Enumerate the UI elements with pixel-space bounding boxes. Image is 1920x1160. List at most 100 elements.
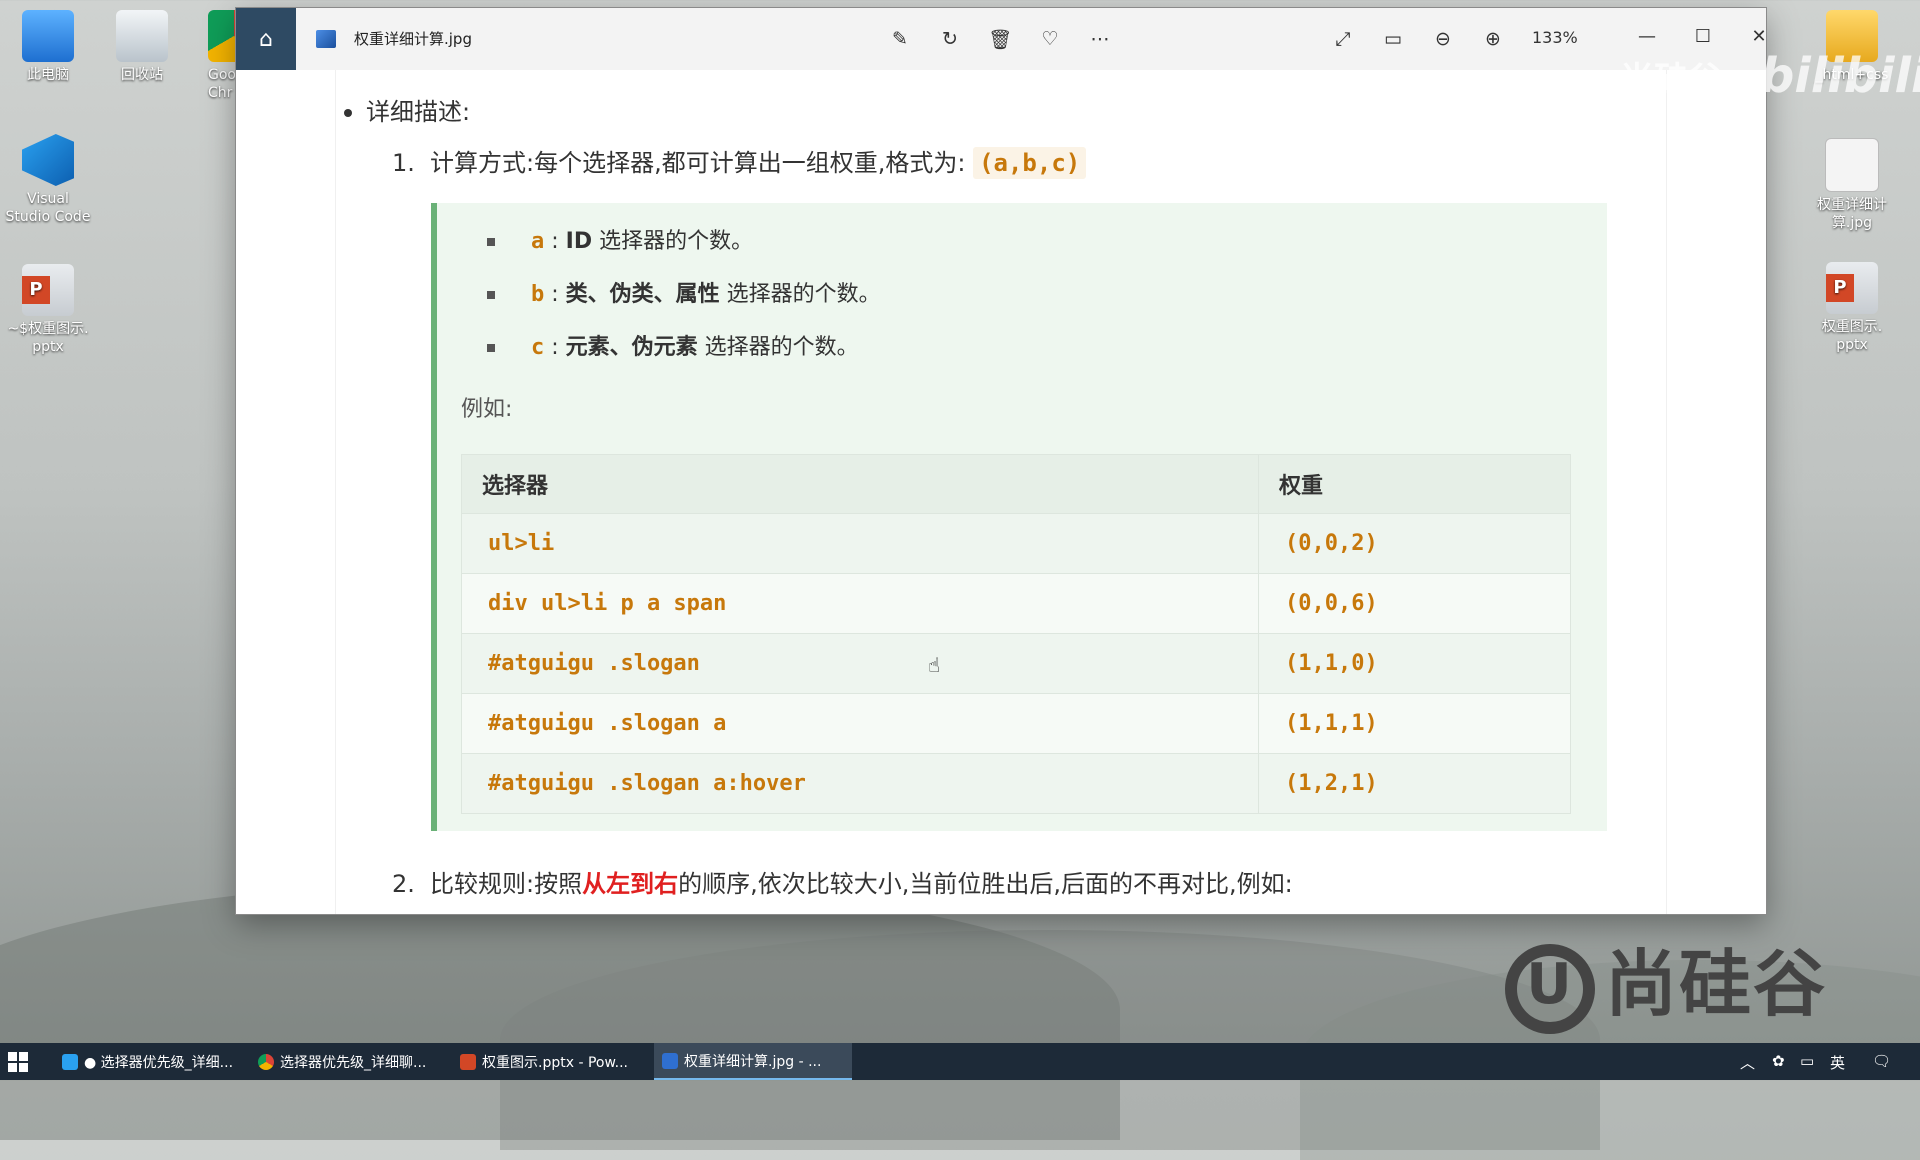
close-icon: ✕ [1751,25,1767,47]
square-bullet [487,344,495,352]
taskbar-item-photos[interactable]: 权重详细计算.jpg - ... [654,1043,852,1080]
desktop-icon-label: 此电脑 [27,67,69,83]
table-header: 选择器 [461,454,1259,514]
table-header-row: 选择器 权重 [461,454,1571,514]
example-label: 例如: [461,397,513,422]
logo-text: 尚硅谷 [1605,942,1828,1026]
favorite-button[interactable]: ♡ [1035,24,1065,54]
image-canvas[interactable]: 详细描述: 1. 计算方式:每个选择器,都可计算出一组权重,格式为: (a,b,c… [236,70,1766,914]
strong-text: 类、伪类、属性 [565,282,720,307]
tray-chevron-icon[interactable]: ︿ [1740,1052,1755,1073]
logo-mark-icon: U [1505,944,1595,1035]
square-bullet [487,238,495,246]
heading-text: 详细描述: [366,98,471,126]
selector-cell: ul>li [461,513,1259,574]
ordered-item-2: 2. 比较规则:按照从左到右的顺序,依次比较大小,当前位胜出后,后面的不再对比,例… [392,864,1293,899]
weight-cell: (1,2,1) [1258,753,1571,814]
chrome-icon [258,1053,274,1070]
table-row: #atguigu .slogan a:hover (1,2,1) [461,753,1571,814]
pptx-file-icon [22,264,74,316]
title-bar: ⌂ 权重详细计算.jpg ✎ ↻ 🗑 ♡ ⋯ ⤢ ▭ ⊖ ⊕ 133% — ☐ … [236,8,1767,71]
weight-table: 选择器 权重 ul>li (0,0,2) div ul>li p a span … [461,454,1571,814]
battery-icon[interactable]: ▭ [1800,1052,1814,1070]
selector-cell: div ul>li p a span [461,573,1259,634]
item-number: 2. [392,870,415,898]
square-bullet [487,291,495,299]
zoom-level[interactable]: 133% [1532,28,1578,47]
taskbar: ● 选择器优先级_详细... 选择器优先级_详细聊... 权重图示.pptx -… [0,1043,1920,1080]
fullscreen-button[interactable]: ⤢ [1328,24,1358,54]
taskbar-item-label: ● 选择器优先级_详细... [84,1054,234,1071]
jpg-file-icon [1825,138,1879,192]
desktop-icon-pptx-temp[interactable]: ~$权重图示. pptx [0,264,96,356]
tray-app-icon[interactable]: ✿ [1772,1052,1785,1070]
list-item: c : 元素、伪元素 选择器的个数。 [487,329,859,361]
maximize-icon: ☐ [1694,25,1712,47]
weight-cell: (1,1,1) [1258,693,1571,754]
taskbar-item-powerpoint[interactable]: 权重图示.pptx - Pow... [452,1043,648,1080]
strong-text: 元素、伪元素 [565,335,698,360]
weight-cell: (1,1,0) [1258,633,1571,694]
desktop-icon-label: 回收站 [121,67,163,83]
minimize-button[interactable]: — [1624,16,1670,56]
list-text: 选择器的个数。 [719,282,881,307]
chrome-icon [208,10,236,62]
file-name: 权重详细计算.jpg [354,30,472,48]
taskbar-item-chrome[interactable]: 选择器优先级_详细聊... [250,1043,444,1080]
inline-code: (a,b,c) [973,147,1087,179]
item-text: 计算方式:每个选择器,都可计算出一组权重,格式为: [430,149,966,177]
vscode-icon [22,134,74,186]
notification-icon[interactable]: 🗨 [1872,1052,1891,1070]
desktop-icon-chrome[interactable]: Goo Chr [190,10,236,102]
selector-cell: #atguigu .slogan a:hover [461,753,1259,814]
ime-indicator[interactable]: 英 [1830,1052,1845,1073]
photos-icon [662,1052,678,1069]
desktop-icon-this-pc[interactable]: 此电脑 [0,10,96,84]
selector-cell: #atguigu .slogan a [461,693,1259,754]
computer-icon [22,10,74,62]
table-header: 权重 [1258,454,1571,514]
delete-button[interactable]: 🗑 [985,24,1015,54]
desktop-icon-jpg[interactable]: 权重详细计 算.jpg [1804,138,1900,232]
fit-button[interactable]: ▭ [1378,24,1408,54]
document-image: 详细描述: 1. 计算方式:每个选择器,都可计算出一组权重,格式为: (a,b,c… [336,70,1666,914]
weight-cell: (0,0,2) [1258,513,1571,574]
blockquote: a : ID 选择器的个数。 b : 类、伪类、属性 选择器的个数。 c : 元… [431,203,1607,831]
home-button[interactable]: ⌂ [236,8,296,70]
recycle-bin-icon [116,10,168,62]
table-row: #atguigu .slogan a (1,1,1) [461,693,1571,754]
zoom-out-button[interactable]: ⊖ [1428,24,1458,54]
list-item: b : 类、伪类、属性 选择器的个数。 [487,276,881,308]
zoom-in-icon: ⊕ [1485,28,1501,50]
minimize-icon: — [1638,25,1656,47]
zoom-out-icon: ⊖ [1435,28,1451,50]
rotate-icon: ↻ [942,28,958,50]
desktop-icon-recycle-bin[interactable]: 回收站 [94,10,190,84]
more-button[interactable]: ⋯ [1085,24,1115,54]
weight-key: c [531,335,545,360]
edit-button[interactable]: ✎ [885,24,915,54]
taskbar-item-vscode[interactable]: ● 选择器优先级_详细... [54,1043,240,1080]
weight-key: b [531,282,545,307]
zoom-in-button[interactable]: ⊕ [1478,24,1508,54]
selector-cell: #atguigu .slogan [461,633,1259,694]
table-row: div ul>li p a span (0,0,6) [461,573,1571,634]
fit-icon: ▭ [1384,28,1402,50]
item-text: 的顺序,依次比较大小,当前位胜出后,后面的不再对比,例如: [678,870,1293,898]
item-text: 比较规则:按照 [430,870,583,898]
strong-text: ID [565,229,593,254]
start-button[interactable] [8,1052,28,1072]
desktop-icon-pptx[interactable]: 权重图示. pptx [1804,262,1900,354]
image-file-icon [316,30,336,48]
bilibili-watermark: bilibili [1760,48,1920,104]
powerpoint-icon [460,1053,476,1070]
list-text: 选择器的个数。 [697,335,859,360]
pptx-file-icon [1826,262,1878,314]
rotate-button[interactable]: ↻ [935,24,965,54]
taskbar-item-label: 权重图示.pptx - Pow... [482,1054,628,1071]
desktop-icon-label: ~$权重图示. pptx [7,321,89,355]
desktop-icon-vscode[interactable]: Visual Studio Code [0,134,96,226]
weight-cell: (0,0,6) [1258,573,1571,634]
edit-icon: ✎ [892,28,908,50]
maximize-button[interactable]: ☐ [1680,16,1726,56]
